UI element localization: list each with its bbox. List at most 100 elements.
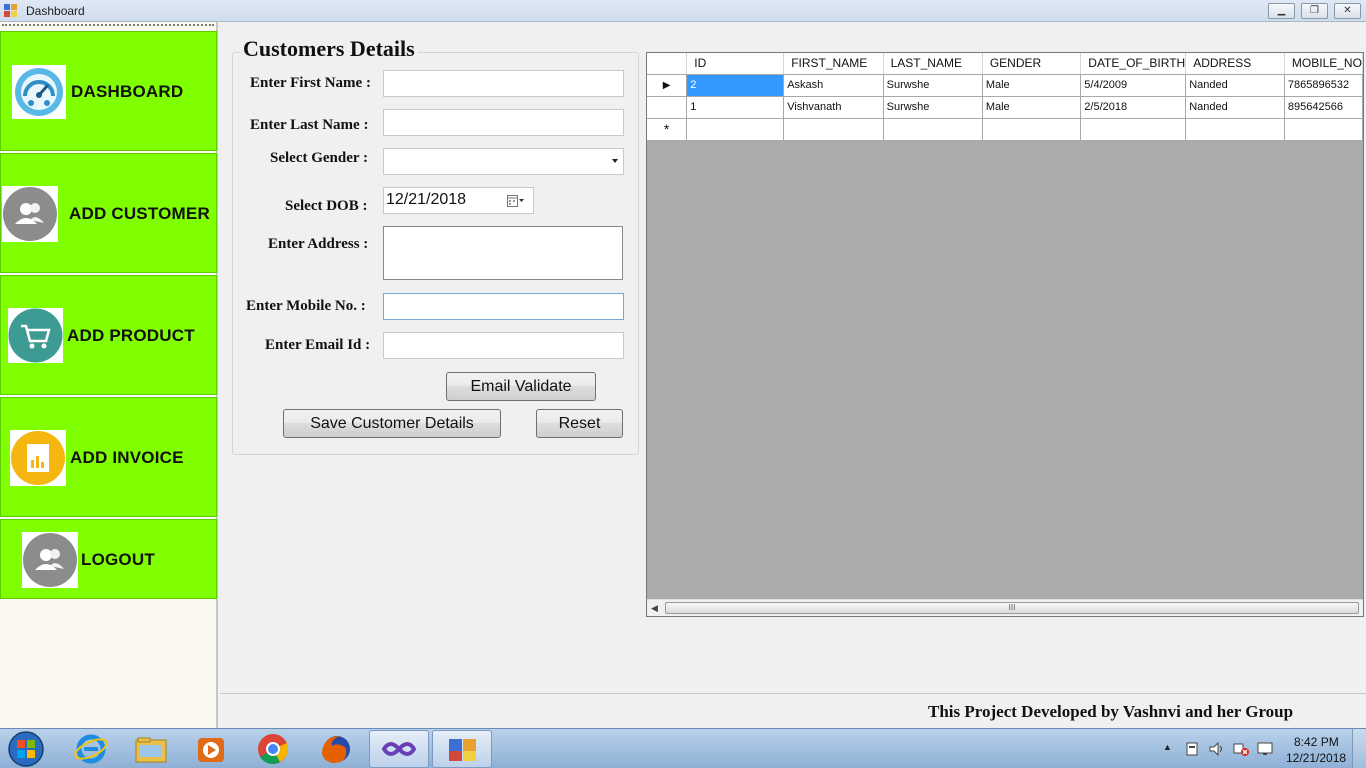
volume-icon[interactable] [1208, 741, 1226, 757]
chevron-down-icon[interactable] [612, 159, 618, 163]
nav-dashboard-label: DASHBOARD [71, 82, 184, 101]
column-header-last-name[interactable]: LAST_NAME [883, 53, 983, 75]
table-cell[interactable]: 5/4/2009 [1080, 74, 1187, 97]
table-cell[interactable]: 895642566 [1284, 96, 1363, 119]
horizontal-scrollbar[interactable]: ◀ III [647, 599, 1363, 616]
current-row-marker[interactable]: ▶ [647, 74, 688, 97]
minimize-button[interactable]: ▁ [1268, 3, 1295, 19]
close-button[interactable]: ✕ [1334, 3, 1361, 19]
nav-dashboard[interactable]: DASHBOARD [0, 31, 217, 151]
table-cell[interactable]: Male [982, 96, 1082, 119]
table-cell[interactable] [1284, 118, 1363, 141]
table-cell[interactable]: 2 [686, 74, 785, 97]
taskbar: ▲ 8:42 PM 12/21/2018 [0, 728, 1366, 768]
scroll-left-icon[interactable]: ◀ [651, 603, 658, 614]
grid-corner-header[interactable] [647, 53, 688, 75]
nav-add-customer[interactable]: ADD CUSTOMER [0, 153, 217, 273]
column-header-first-name[interactable]: FIRST_NAME [783, 53, 884, 75]
address-field[interactable] [383, 226, 623, 280]
table-cell[interactable]: Askash [783, 74, 884, 97]
customers-grid[interactable]: ID FIRST_NAME LAST_NAME GENDER DATE_OF_B… [646, 52, 1364, 617]
footer-divider [220, 693, 1366, 694]
table-row[interactable]: 1 Vishvanath Surwshe Male 2/5/2018 Nande… [647, 96, 1363, 119]
firefox-icon[interactable] [306, 730, 364, 768]
column-header-address[interactable]: ADDRESS [1185, 53, 1285, 75]
table-cell[interactable] [783, 118, 884, 141]
calendar-icon[interactable] [507, 194, 525, 208]
table-cell[interactable]: 2/5/2018 [1080, 96, 1187, 119]
title-bar: Dashboard ▁ ❐ ✕ [0, 0, 1366, 22]
app-icon [4, 4, 17, 17]
tray-expand-icon[interactable]: ▲ [1163, 742, 1172, 752]
visual-studio-taskbar-button[interactable] [369, 730, 429, 768]
first-name-field[interactable] [383, 70, 624, 97]
table-cell[interactable]: Vishvanath [783, 96, 884, 119]
display-icon[interactable] [1257, 741, 1273, 757]
action-center-icon[interactable] [1184, 741, 1200, 757]
internet-explorer-icon[interactable] [62, 730, 120, 768]
scroll-grip: III [1008, 603, 1016, 612]
new-row-marker[interactable]: * [647, 118, 688, 141]
network-disconnected-icon[interactable] [1232, 741, 1250, 757]
table-cell[interactable] [1080, 118, 1187, 141]
email-label: Enter Email Id : [265, 337, 371, 353]
file-explorer-icon[interactable] [122, 730, 180, 768]
nav-add-invoice-label: ADD INVOICE [70, 448, 184, 467]
nav-logout[interactable]: LOGOUT [0, 519, 217, 599]
column-header-mobile-no[interactable]: MOBILE_NO [1284, 53, 1363, 75]
show-desktop-button[interactable] [1352, 729, 1366, 768]
media-player-icon[interactable] [182, 730, 240, 768]
email-field[interactable] [383, 332, 624, 359]
table-cell[interactable] [1185, 118, 1285, 141]
new-row[interactable]: * [647, 118, 1363, 141]
user-icon [22, 532, 78, 588]
table-cell[interactable]: 1 [686, 96, 785, 119]
dob-date-picker[interactable]: 12/21/2018 [383, 187, 534, 214]
form-title: Customers Details [240, 36, 418, 62]
nav-add-product-label: ADD PRODUCT [67, 326, 195, 345]
grid-header-row: ID FIRST_NAME LAST_NAME GENDER DATE_OF_B… [647, 53, 1363, 75]
row-header[interactable] [647, 96, 688, 119]
scrollbar-thumb[interactable]: III [665, 602, 1359, 614]
table-cell[interactable] [982, 118, 1082, 141]
column-header-date-of-birth[interactable]: DATE_OF_BIRTH [1080, 53, 1187, 75]
save-customer-button[interactable]: Save Customer Details [283, 409, 501, 438]
column-header-id[interactable]: ID [686, 53, 785, 75]
footer-credit: This Project Developed by Vashnvi and he… [928, 702, 1294, 721]
table-cell[interactable]: Nanded [1185, 74, 1285, 97]
visual-studio-icon [381, 742, 417, 756]
windows-forms-app-taskbar-button[interactable] [432, 730, 492, 768]
nav-add-invoice[interactable]: ADD INVOICE [0, 397, 217, 517]
reset-button[interactable]: Reset [536, 409, 623, 438]
nav-add-customer-label: ADD CUSTOMER [69, 204, 210, 223]
email-validate-button[interactable]: Email Validate [446, 372, 596, 401]
clock-date[interactable]: 12/21/2018 [1286, 751, 1346, 765]
table-cell[interactable] [686, 118, 785, 141]
chrome-icon[interactable] [244, 730, 302, 768]
table-cell[interactable]: 7865896532 [1284, 74, 1363, 97]
chart-document-icon [10, 430, 66, 486]
table-cell[interactable]: Male [982, 74, 1082, 97]
address-label: Enter Address : [268, 236, 369, 252]
gender-label: Select Gender : [270, 150, 369, 166]
last-name-field[interactable] [383, 109, 624, 136]
gender-select[interactable] [383, 148, 624, 175]
mobile-label: Enter Mobile No. : [246, 298, 366, 314]
table-cell[interactable]: Surwshe [883, 96, 983, 119]
windows-start-icon[interactable] [6, 730, 46, 768]
table-row[interactable]: ▶ 2 Askash Surwshe Male 5/4/2009 Nanded … [647, 74, 1363, 97]
windows-forms-app-icon [449, 739, 476, 761]
sidebar-divider [2, 24, 214, 27]
nav-add-product[interactable]: ADD PRODUCT [0, 275, 217, 395]
first-name-label: Enter First Name : [250, 75, 371, 91]
nav-logout-label: LOGOUT [81, 550, 155, 569]
mobile-field[interactable] [383, 293, 624, 320]
cart-icon [8, 308, 63, 363]
column-header-gender[interactable]: GENDER [982, 53, 1082, 75]
clock-time[interactable]: 8:42 PM [1294, 735, 1339, 749]
table-cell[interactable]: Nanded [1185, 96, 1285, 119]
last-name-label: Enter Last Name : [250, 117, 369, 133]
restore-button[interactable]: ❐ [1301, 3, 1328, 19]
table-cell[interactable]: Surwshe [883, 74, 983, 97]
table-cell[interactable] [883, 118, 983, 141]
